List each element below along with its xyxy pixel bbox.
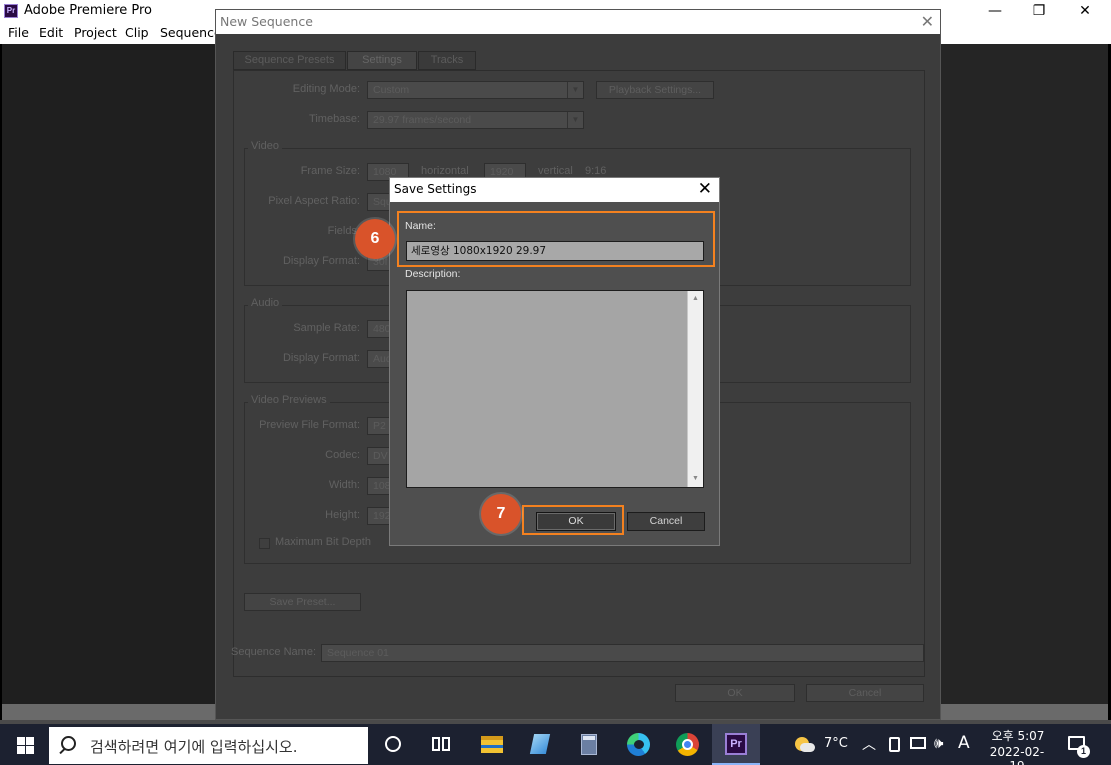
- editing-mode-value: Custom: [373, 84, 410, 96]
- ime-indicator[interactable]: A: [958, 733, 970, 753]
- premiere-pro-icon[interactable]: Pr: [712, 724, 760, 765]
- menu-file[interactable]: File: [8, 25, 29, 40]
- chevron-down-icon: ▼: [567, 82, 583, 98]
- cortana-ring: [385, 736, 401, 752]
- vertical-label: vertical: [538, 165, 573, 177]
- windows-logo-icon: [17, 737, 25, 745]
- right-panel: [940, 44, 1108, 704]
- pixel-aspect-label: Pixel Aspect Ratio:: [268, 195, 360, 207]
- clock-date[interactable]: 2022-02-19: [983, 745, 1051, 765]
- new-sequence-titlebar: New Sequence ✕: [216, 10, 940, 34]
- weather-temperature[interactable]: 7°C: [824, 736, 848, 751]
- premiere-taskbar-logo: Pr: [725, 733, 747, 755]
- video-previews-group-title: Video Previews: [248, 394, 330, 406]
- cortana-icon[interactable]: [369, 724, 417, 765]
- minimize-button[interactable]: —: [972, 0, 1018, 22]
- menu-edit[interactable]: Edit: [39, 25, 63, 40]
- task-view-pane: [442, 737, 450, 751]
- save-preset-button[interactable]: Save Preset...: [244, 593, 361, 611]
- max-bit-depth-checkbox[interactable]: [259, 538, 270, 549]
- sequence-name-input[interactable]: Sequence 01: [321, 644, 924, 662]
- notepad-icon[interactable]: [516, 724, 564, 765]
- audio-display-format-label: Display Format:: [282, 352, 360, 364]
- display-format-label: Display Format:: [282, 255, 360, 267]
- scroll-down-icon[interactable]: ▼: [688, 472, 703, 486]
- preview-format-label: Preview File Format:: [259, 419, 360, 431]
- restore-button[interactable]: ❐: [1016, 0, 1062, 22]
- taskbar-search-box[interactable]: 검색하려면 여기에 입력하십시오.: [49, 727, 368, 764]
- weather-icon[interactable]: [795, 735, 815, 753]
- frame-size-label: Frame Size:: [300, 165, 360, 177]
- tab-tracks[interactable]: Tracks: [418, 51, 476, 70]
- tray-chevron-up-icon[interactable]: ︿: [862, 734, 876, 754]
- windows-logo-pane: [26, 737, 34, 745]
- codec-label: Codec:: [325, 449, 360, 461]
- save-settings-cancel-button[interactable]: Cancel: [627, 512, 705, 531]
- menu-sequence[interactable]: Sequence: [160, 25, 222, 40]
- edge-logo-hole: [634, 740, 644, 749]
- playback-settings-button[interactable]: Playback Settings...: [596, 81, 714, 99]
- volume-icon[interactable]: 🕪: [934, 734, 943, 752]
- folder-band: [481, 745, 503, 748]
- task-view-pane: [432, 737, 440, 751]
- start-button[interactable]: [0, 724, 48, 765]
- search-placeholder: 검색하려면 여기에 입력하십시오.: [90, 738, 298, 756]
- chrome-icon[interactable]: [663, 724, 711, 765]
- description-textarea[interactable]: ▲ ▼: [406, 290, 704, 488]
- app-title: Adobe Premiere Pro: [24, 3, 153, 18]
- menu-clip[interactable]: Clip: [125, 25, 149, 40]
- timebase-label: Timebase:: [309, 113, 360, 125]
- premiere-logo-icon: Pr: [4, 4, 18, 18]
- new-sequence-cancel-button[interactable]: Cancel: [806, 684, 924, 702]
- description-scrollbar[interactable]: ▲ ▼: [687, 291, 703, 487]
- sample-rate-label: Sample Rate:: [293, 322, 360, 334]
- usb-device-icon[interactable]: [889, 737, 900, 752]
- chrome-logo-center: [682, 739, 693, 750]
- menu-project[interactable]: Project: [74, 25, 117, 40]
- notepad-shape: [529, 734, 551, 754]
- save-settings-title: Save Settings: [394, 182, 477, 196]
- timebase-value: 29.97 frames/second: [373, 114, 472, 126]
- highlight-name-field: [397, 211, 715, 267]
- video-group-title: Video: [248, 140, 282, 152]
- editing-mode-select[interactable]: Custom ▼: [367, 81, 584, 99]
- height-label: Height:: [325, 509, 360, 521]
- cloud-shape: [800, 743, 815, 752]
- new-sequence-ok-button[interactable]: OK: [675, 684, 795, 702]
- max-bit-depth-label: Maximum Bit Depth: [275, 536, 371, 548]
- timebase-select[interactable]: 29.97 frames/second ▼: [367, 111, 584, 129]
- aspect-ratio-text: 9:16: [585, 165, 607, 177]
- highlight-ok-button: [522, 505, 624, 535]
- step-7-badge: 7: [481, 494, 521, 534]
- calculator-display: [583, 736, 595, 740]
- new-sequence-close-icon[interactable]: ✕: [921, 12, 934, 32]
- width-label: Width:: [328, 479, 360, 491]
- audio-group-title: Audio: [248, 297, 283, 309]
- tab-settings[interactable]: Settings: [347, 51, 417, 70]
- chevron-down-icon: ▼: [567, 112, 583, 128]
- search-icon-handle: [59, 747, 66, 755]
- sequence-name-label: Sequence Name:: [231, 646, 316, 658]
- edge-icon[interactable]: [614, 724, 662, 765]
- horizontal-label: horizontal: [421, 165, 469, 177]
- close-button[interactable]: ✕: [1062, 0, 1108, 22]
- editing-mode-label: Editing Mode:: [292, 83, 360, 95]
- file-explorer-icon[interactable]: [467, 724, 515, 765]
- network-icon[interactable]: [910, 737, 926, 749]
- notification-badge: 1: [1077, 745, 1090, 758]
- calculator-icon[interactable]: [565, 724, 613, 765]
- save-settings-close-icon[interactable]: ✕: [698, 179, 712, 199]
- new-sequence-title: New Sequence: [220, 14, 313, 29]
- save-settings-titlebar: Save Settings ✕: [390, 178, 719, 202]
- fields-label: Fields:: [327, 225, 360, 237]
- tab-sequence-presets[interactable]: Sequence Presets: [233, 51, 346, 70]
- windows-logo-pane: [17, 746, 25, 754]
- task-view-icon[interactable]: [417, 724, 465, 765]
- step-6-badge: 6: [355, 219, 395, 259]
- description-label: Description:: [405, 268, 461, 280]
- windows-logo-pane: [26, 746, 34, 754]
- clock-time[interactable]: 오후 5:07: [990, 727, 1046, 744]
- scroll-up-icon[interactable]: ▲: [688, 292, 703, 306]
